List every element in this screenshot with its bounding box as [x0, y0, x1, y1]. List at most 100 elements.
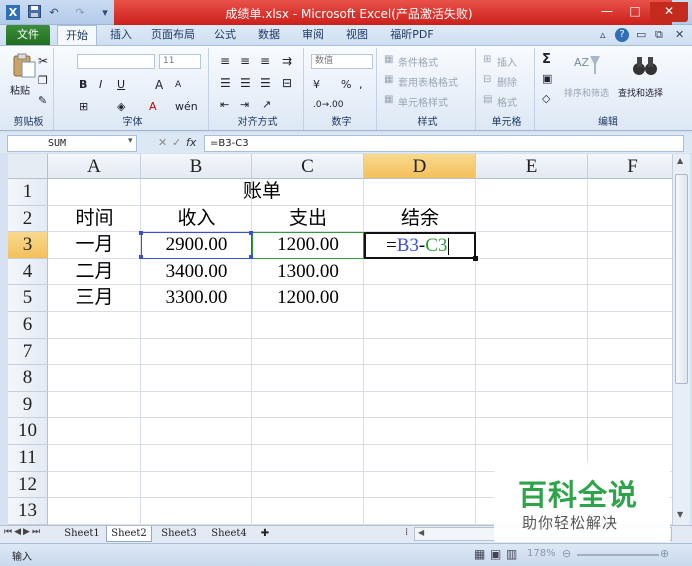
- undo-icon[interactable]: ↶: [46, 5, 62, 20]
- page-break-view-icon[interactable]: ▥: [506, 547, 517, 561]
- insert-function-button[interactable]: fx: [186, 136, 196, 149]
- increase-indent-icon[interactable]: ⇥: [240, 98, 249, 111]
- align-middle-icon[interactable]: ≡: [240, 54, 250, 68]
- font-size-combo[interactable]: 11: [159, 54, 201, 69]
- comma-button[interactable]: ,: [359, 78, 363, 91]
- cell-header-1[interactable]: 时间: [48, 206, 141, 233]
- sheet-tab-2[interactable]: Sheet2: [106, 526, 152, 542]
- normal-view-icon[interactable]: ▦: [474, 547, 485, 561]
- save-icon[interactable]: [26, 5, 42, 20]
- qat-customize-icon[interactable]: ▾: [100, 5, 110, 20]
- delete-button[interactable]: 删除: [497, 74, 517, 89]
- percent-button[interactable]: %: [341, 78, 351, 91]
- page-layout-view-icon[interactable]: ▣: [490, 547, 501, 561]
- increase-decimal-icon[interactable]: .0→.00: [313, 100, 343, 110]
- font-color-icon[interactable]: A: [149, 100, 157, 113]
- format-button[interactable]: 格式: [497, 94, 517, 109]
- align-left-icon[interactable]: ☰: [220, 76, 231, 90]
- conditional-format-button[interactable]: 条件格式: [398, 54, 438, 69]
- scroll-up-icon[interactable]: ▲: [677, 156, 683, 165]
- bold-button[interactable]: B: [79, 78, 87, 91]
- row-header-9[interactable]: 9: [8, 391, 48, 419]
- fill-color-icon[interactable]: ◈: [117, 100, 125, 113]
- sheet-tab-1[interactable]: Sheet1: [60, 526, 104, 542]
- tab-file[interactable]: 文件: [6, 25, 50, 45]
- ref-resize-handle[interactable]: [249, 231, 253, 236]
- row-header-7[interactable]: 7: [8, 338, 48, 366]
- row-header-10[interactable]: 10: [8, 418, 48, 445]
- tab-view[interactable]: 视图: [340, 25, 374, 45]
- cell-c4[interactable]: 1300.00: [252, 259, 364, 286]
- vertical-scrollbar[interactable]: ▲ ▼: [672, 154, 690, 525]
- ref-resize-handle[interactable]: [249, 254, 253, 259]
- row-header-8[interactable]: 8: [8, 365, 48, 392]
- underline-button[interactable]: U: [117, 78, 125, 91]
- tab-data[interactable]: 数据: [252, 25, 286, 45]
- cell-a4[interactable]: 二月: [48, 259, 141, 286]
- row-header-12[interactable]: 12: [8, 471, 48, 499]
- name-box-dropdown-icon[interactable]: ▾: [128, 136, 133, 146]
- tab-insert[interactable]: 插入: [104, 25, 138, 45]
- row-header-3[interactable]: 3: [8, 232, 48, 259]
- cell-header-2[interactable]: 收入: [141, 206, 252, 233]
- cell-a3[interactable]: 一月: [48, 232, 141, 259]
- column-header-a[interactable]: A: [48, 154, 141, 179]
- clear-icon[interactable]: ◇: [542, 92, 550, 105]
- column-header-c[interactable]: C: [252, 154, 364, 179]
- merge-center-icon[interactable]: ⊟: [282, 76, 292, 90]
- find-binoculars-icon[interactable]: [630, 52, 660, 80]
- align-top-icon[interactable]: ≡: [220, 54, 230, 68]
- cell-c5[interactable]: 1200.00: [252, 285, 364, 312]
- formula-input[interactable]: =B3-C3: [204, 135, 684, 152]
- help-icon[interactable]: ?: [615, 28, 629, 42]
- enter-formula-button[interactable]: ✓: [172, 136, 181, 149]
- column-header-d[interactable]: D: [364, 154, 476, 179]
- copy-icon[interactable]: ❐: [38, 74, 48, 87]
- orientation-icon[interactable]: ↗: [262, 98, 271, 111]
- zoom-out-icon[interactable]: ⊖: [562, 547, 571, 560]
- grow-font-button[interactable]: A: [155, 78, 163, 92]
- minimize-button[interactable]: —: [594, 2, 620, 22]
- cell-header-3[interactable]: 支出: [252, 206, 364, 233]
- workbook-minimize-icon[interactable]: ▭: [636, 28, 646, 41]
- tab-review[interactable]: 审阅: [296, 25, 330, 45]
- fill-handle[interactable]: [473, 255, 478, 261]
- ribbon-collapse-icon[interactable]: ▵: [600, 28, 606, 41]
- format-painter-icon[interactable]: ✎: [38, 94, 47, 107]
- insert-button[interactable]: 插入: [497, 54, 517, 69]
- name-box[interactable]: SUM: [7, 135, 137, 152]
- tab-foxit-pdf[interactable]: 福昕PDF: [384, 25, 440, 45]
- scroll-left-icon[interactable]: ◀: [418, 528, 424, 537]
- new-sheet-icon[interactable]: ✚: [256, 526, 274, 542]
- active-cell-d3[interactable]: =B3-C3: [364, 232, 476, 259]
- font-name-combo[interactable]: [77, 54, 155, 69]
- cut-icon[interactable]: ✂: [38, 54, 48, 68]
- zoom-in-icon[interactable]: ⊕: [660, 547, 669, 560]
- tab-page-layout[interactable]: 页面布局: [145, 25, 201, 45]
- italic-button[interactable]: I: [99, 78, 102, 91]
- row-header-5[interactable]: 5: [8, 285, 48, 312]
- shrink-font-button[interactable]: A: [175, 80, 181, 90]
- scroll-down-icon[interactable]: ▼: [677, 510, 683, 519]
- cell-b5[interactable]: 3300.00: [141, 285, 252, 312]
- borders-icon[interactable]: ⊞: [79, 100, 88, 113]
- row-header-1[interactable]: 1: [8, 179, 48, 206]
- maximize-button[interactable]: □: [622, 2, 648, 22]
- currency-icon[interactable]: ¥: [313, 78, 320, 91]
- zoom-level[interactable]: 178%: [527, 548, 556, 559]
- close-button[interactable]: ✕: [650, 2, 688, 22]
- tab-formulas[interactable]: 公式: [208, 25, 242, 45]
- fill-icon[interactable]: ▣: [542, 72, 552, 85]
- ref-resize-handle[interactable]: [139, 254, 143, 259]
- row-header-2[interactable]: 2: [8, 205, 48, 233]
- cell-styles-button[interactable]: 单元格样式: [398, 94, 448, 109]
- cell-b4[interactable]: 3400.00: [141, 259, 252, 286]
- paste-icon[interactable]: [10, 52, 40, 80]
- workbook-restore-icon[interactable]: ⧉: [655, 28, 663, 42]
- cell-header-4[interactable]: 结余: [364, 206, 476, 233]
- row-header-11[interactable]: 11: [8, 445, 48, 472]
- sort-filter-button[interactable]: 排序和筛选: [564, 86, 609, 99]
- align-center-icon[interactable]: ☰: [240, 76, 251, 90]
- select-all-corner[interactable]: [8, 154, 48, 179]
- autosum-button[interactable]: Σ: [542, 52, 551, 67]
